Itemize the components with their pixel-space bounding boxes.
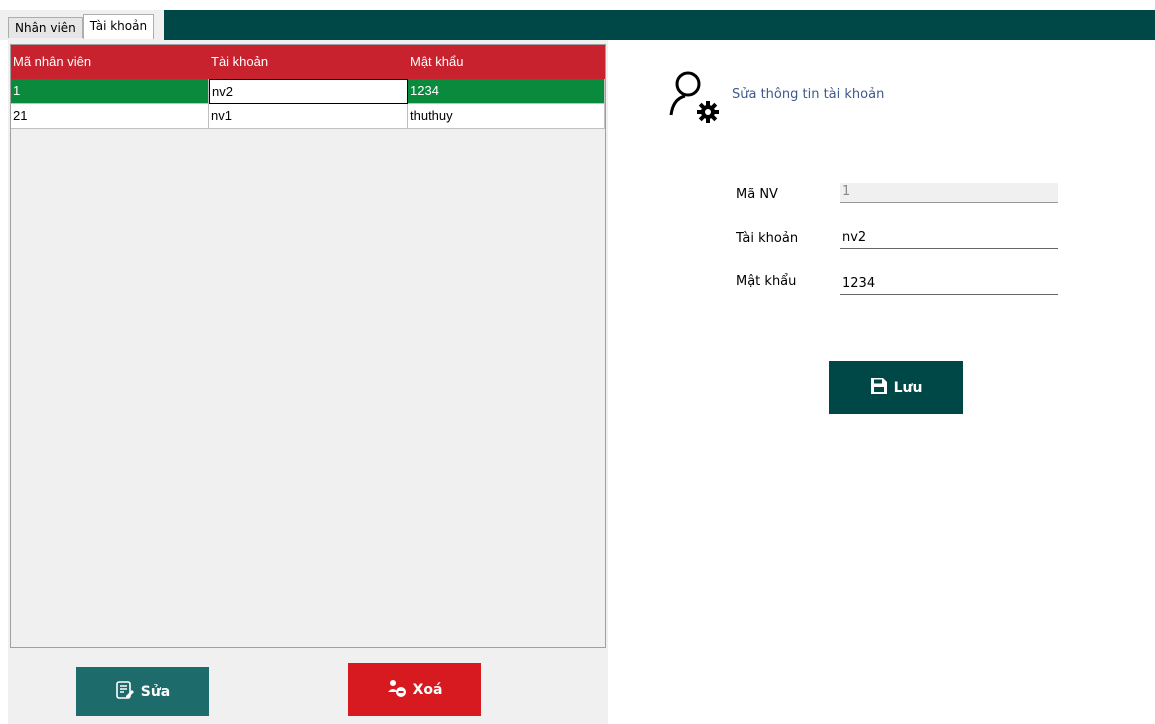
tab-strip-header (164, 10, 1155, 40)
cell-employee-id[interactable]: 1 (11, 79, 209, 104)
form-title: Sửa thông tin tài khoản (732, 87, 885, 102)
tab-content: Mã nhân viên Tài khoản Mật khẩu 1 nv2 12… (8, 40, 1155, 724)
user-gear-icon (668, 68, 728, 128)
edit-account-panel: Sửa thông tin tài khoản Mã NV Tài khoản … (608, 40, 1155, 724)
column-header-account[interactable]: Tài khoản (209, 45, 408, 79)
password-label: Mật khẩu (736, 274, 797, 289)
tab-nhan-vien[interactable]: Nhân viên (8, 17, 83, 38)
tab-tai-khoan[interactable]: Tài khoản (82, 14, 155, 39)
cell-employee-id[interactable]: 21 (11, 104, 209, 129)
table-row[interactable]: 1 nv2 1234 (11, 79, 605, 104)
tab-list: Nhân viên Tài khoản (8, 14, 155, 40)
delete-button[interactable]: Xoá (348, 663, 481, 716)
employee-id-field[interactable] (840, 183, 1058, 203)
cell-account[interactable]: nv2 (209, 79, 408, 104)
column-header-employee-id[interactable]: Mã nhân viên (11, 45, 209, 79)
edit-button-label: Sửa (140, 683, 171, 700)
save-button[interactable]: Lưu (829, 361, 963, 414)
save-button-label: Lưu (893, 379, 923, 396)
floppy-disk-icon (870, 377, 888, 399)
account-label: Tài khoản (736, 231, 799, 246)
password-field[interactable] (840, 275, 1058, 295)
edit-list-icon (115, 680, 135, 704)
edit-button[interactable]: Sửa (76, 667, 209, 716)
column-header-password[interactable]: Mật khẩu (408, 45, 605, 79)
account-grid: Mã nhân viên Tài khoản Mật khẩu 1 nv2 12… (10, 44, 606, 648)
delete-button-label: Xoá (412, 681, 443, 698)
cell-password[interactable]: thuthuy (408, 104, 605, 129)
employee-id-label: Mã NV (736, 187, 778, 202)
account-list-panel: Mã nhân viên Tài khoản Mật khẩu 1 nv2 12… (8, 40, 608, 724)
grid-header: Mã nhân viên Tài khoản Mật khẩu (11, 45, 605, 79)
user-remove-icon (387, 678, 407, 702)
cell-password[interactable]: 1234 (408, 79, 605, 104)
cell-account[interactable]: nv1 (209, 104, 408, 129)
account-field[interactable] (840, 229, 1058, 249)
table-row[interactable]: 21 nv1 thuthuy (11, 104, 605, 129)
